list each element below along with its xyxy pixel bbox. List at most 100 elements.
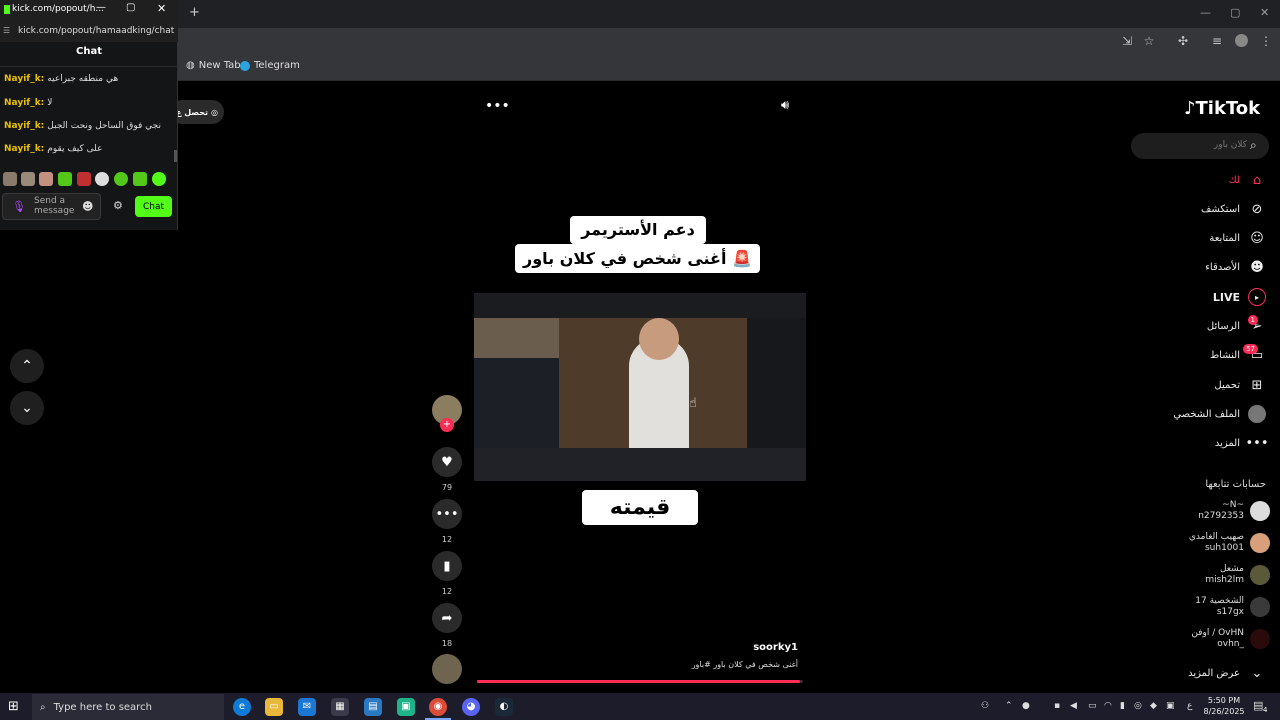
- following-item[interactable]: صهيب الغامدي suh1001: [1189, 532, 1270, 554]
- menu-kebab-icon[interactable]: ⋮: [1259, 34, 1273, 48]
- bookmark-star-icon[interactable]: ☆: [1142, 34, 1156, 48]
- popup-close-icon[interactable]: ✕: [157, 2, 166, 15]
- microphone-icon[interactable]: 🎙︎: [12, 200, 26, 213]
- clock[interactable]: 5:50 PM 8/26/2025: [1202, 695, 1246, 717]
- wifi-icon[interactable]: ◠: [1104, 701, 1112, 711]
- nav-live[interactable]: LIVE ▸: [1213, 288, 1266, 306]
- install-app-icon[interactable]: ⇲: [1120, 34, 1134, 48]
- chat-scrollbar[interactable]: [174, 150, 177, 162]
- popup-address-bar[interactable]: ☰ kick.com/popout/hamaadking/chat: [0, 22, 178, 42]
- chrome-icon[interactable]: ◉: [429, 698, 447, 716]
- new-tab-button[interactable]: +: [189, 5, 200, 20]
- emote-icon[interactable]: [133, 172, 147, 186]
- emote-icon[interactable]: [58, 172, 72, 186]
- notification-icon[interactable]: ▤: [1253, 699, 1263, 712]
- music-disc-action[interactable]: [431, 654, 463, 684]
- nav-profile[interactable]: الملف الشخصي: [1173, 405, 1266, 423]
- search-icon[interactable]: ⌕: [1250, 138, 1257, 153]
- app-icon[interactable]: ▣: [397, 698, 415, 716]
- chat-input[interactable]: 🎙︎ Send a message ☻: [2, 193, 101, 220]
- mail-icon[interactable]: ✉: [298, 698, 316, 716]
- network-icon[interactable]: ▭: [1088, 701, 1097, 711]
- windows-start-icon[interactable]: ⊞: [8, 699, 19, 714]
- nav-for-you[interactable]: لك ⌂: [1229, 171, 1266, 189]
- emote-icon[interactable]: [77, 172, 91, 186]
- emote-icon[interactable]: [152, 172, 166, 186]
- site-info-icon[interactable]: ☰: [3, 26, 10, 35]
- emoji-icon[interactable]: ☻: [82, 200, 93, 213]
- comment-icon[interactable]: •••: [432, 499, 462, 529]
- next-video-button[interactable]: ⌄: [10, 391, 44, 425]
- send-chat-button[interactable]: Chat: [135, 196, 172, 217]
- emote-icon[interactable]: [3, 172, 17, 186]
- people-icon[interactable]: ⚇: [981, 701, 989, 711]
- settings-gear-icon[interactable]: ⚙: [113, 199, 123, 212]
- share-icon[interactable]: ➦: [432, 603, 462, 633]
- bookmark-icon[interactable]: ▮: [432, 551, 462, 581]
- search-input[interactable]: [1137, 140, 1247, 150]
- emote-icon[interactable]: [39, 172, 53, 186]
- nav-following[interactable]: المتابعة ☺: [1209, 229, 1266, 247]
- tray-overflow-icon[interactable]: ⌃: [1005, 701, 1013, 711]
- get-coins-button[interactable]: تحصل ع ◎: [170, 100, 224, 124]
- store-icon[interactable]: ▦: [331, 698, 349, 716]
- maximize-icon[interactable]: ▢: [1230, 6, 1240, 19]
- tray-app-icon[interactable]: ▣: [1166, 701, 1175, 711]
- video-author[interactable]: soorky1: [700, 642, 798, 653]
- follow-plus-icon[interactable]: +: [440, 418, 454, 432]
- following-item[interactable]: اوفن / OvHN ovhn_: [1191, 628, 1270, 650]
- stream-chat-panel: [747, 318, 806, 458]
- like-action[interactable]: ♥ 79: [431, 447, 463, 492]
- bookmark-new-tab[interactable]: ◍ New Tab: [186, 60, 241, 71]
- speaker-icon[interactable]: ◀: [1070, 701, 1077, 711]
- edge-icon[interactable]: e: [233, 698, 251, 716]
- volume-icon[interactable]: 🔊︎: [781, 98, 789, 113]
- media-control-icon[interactable]: ≡: [1210, 34, 1224, 48]
- tray-app-icon[interactable]: ▪: [1054, 701, 1060, 711]
- nav-explore[interactable]: استكشف ⊘: [1201, 200, 1266, 218]
- close-icon[interactable]: ✕: [1260, 6, 1269, 19]
- nav-upload[interactable]: تحميل ⊞: [1214, 376, 1266, 394]
- chat-message: Nayif_k: لا: [4, 98, 53, 108]
- comment-action[interactable]: ••• 12: [431, 499, 463, 544]
- see-more-following[interactable]: عرض المزيد ⌄: [1188, 664, 1266, 682]
- nav-friends[interactable]: الأصدقاء ☻: [1205, 258, 1266, 276]
- share-action[interactable]: ➦ 18: [431, 603, 463, 648]
- minimize-icon[interactable]: —: [1200, 6, 1211, 19]
- following-item[interactable]: ~N~ n2792353: [1198, 500, 1270, 522]
- nav-more[interactable]: المزيد •••: [1215, 434, 1269, 452]
- tray-app-icon[interactable]: ◎: [1134, 701, 1142, 711]
- chat-message: Nayif_k: على كيف يقوم: [4, 144, 103, 154]
- steam-icon[interactable]: ◐: [495, 698, 513, 716]
- emote-icon[interactable]: [95, 172, 109, 186]
- discord-icon[interactable]: ◕: [462, 698, 480, 716]
- nav-messages[interactable]: الرسائل ➢ 1: [1207, 315, 1266, 335]
- search-box[interactable]: ⌕: [1131, 133, 1269, 159]
- video-player[interactable]: [474, 293, 806, 481]
- video-progress-track[interactable]: [477, 680, 803, 683]
- profile-avatar-icon[interactable]: [1235, 34, 1248, 47]
- tray-app-icon[interactable]: ◆: [1150, 701, 1157, 711]
- popup-maximize-icon[interactable]: ▢: [126, 2, 135, 13]
- tray-app-icon[interactable]: ●: [1022, 701, 1030, 711]
- app-icon[interactable]: ▤: [364, 698, 382, 716]
- popup-minimize-icon[interactable]: —: [96, 2, 106, 13]
- heart-icon[interactable]: ♥: [432, 447, 462, 477]
- language-indicator[interactable]: ع: [1187, 701, 1192, 711]
- emote-icon[interactable]: [114, 172, 128, 186]
- following-item[interactable]: مشعل mish2lm: [1205, 564, 1270, 586]
- microphone-icon[interactable]: ▮: [1120, 701, 1125, 711]
- file-explorer-icon[interactable]: ▭: [265, 698, 283, 716]
- following-item[interactable]: الشخصية 17 s17gx: [1195, 596, 1270, 618]
- save-action[interactable]: ▮ 12: [431, 551, 463, 596]
- nav-activity[interactable]: النشاط ▭ 57: [1210, 344, 1266, 364]
- tiktok-logo[interactable]: ♪TikTok: [1184, 98, 1260, 119]
- taskbar-search[interactable]: ⌕ Type here to search: [32, 694, 224, 720]
- tiktok-note-icon: ♪: [1184, 98, 1196, 119]
- previous-video-button[interactable]: ⌃: [10, 349, 44, 383]
- video-more-icon[interactable]: •••: [485, 98, 510, 114]
- emote-icon[interactable]: [21, 172, 35, 186]
- author-avatar-action[interactable]: +: [431, 395, 463, 432]
- bookmark-telegram[interactable]: Telegram: [240, 60, 300, 71]
- extensions-icon[interactable]: ✣: [1176, 34, 1190, 48]
